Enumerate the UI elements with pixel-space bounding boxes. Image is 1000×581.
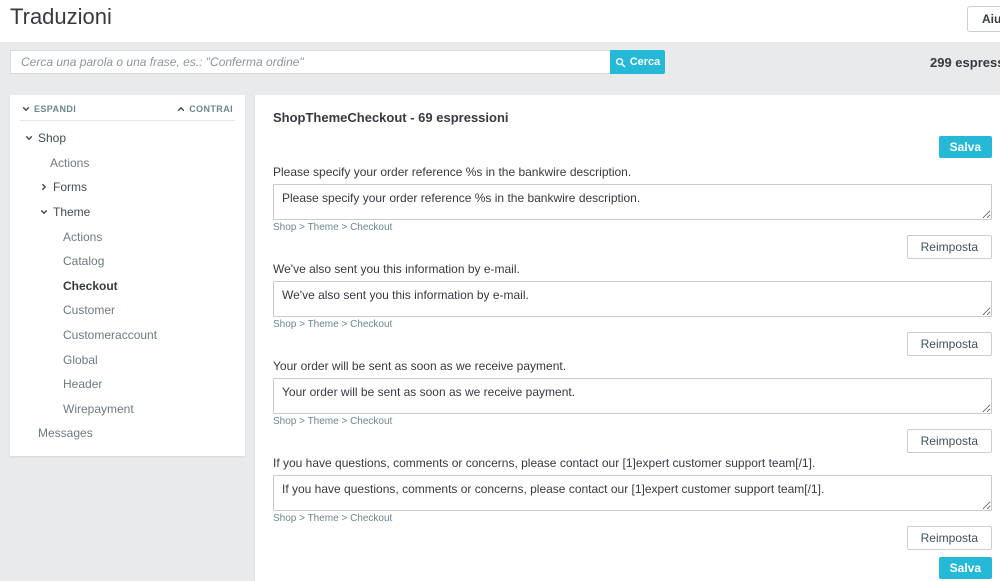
breadcrumb: Shop > Theme > Checkout bbox=[273, 416, 393, 427]
search-input[interactable] bbox=[10, 50, 610, 74]
tree-item-label: Theme bbox=[53, 205, 91, 220]
translation-textarea[interactable]: If you have questions, comments or conce… bbox=[273, 475, 992, 511]
expand-all-label: ESPANDI bbox=[34, 104, 77, 114]
top-save-row: Salva bbox=[273, 136, 992, 158]
translation-entry: We've also sent you this information by … bbox=[273, 262, 992, 356]
tree-item-customeraccount[interactable]: Customeraccount bbox=[10, 323, 245, 348]
tree-controls: ESPANDI CONTRAI bbox=[20, 97, 235, 121]
reset-button[interactable]: Reimposta bbox=[906, 526, 992, 550]
tree-item-label: Wirepayment bbox=[63, 401, 134, 416]
tree-item-customer[interactable]: Customer bbox=[10, 298, 245, 323]
source-string: If you have questions, comments or conce… bbox=[273, 456, 816, 470]
tree-item-header[interactable]: Header bbox=[10, 372, 245, 397]
tree-item-theme-actions[interactable]: Actions bbox=[10, 224, 245, 249]
chevron-down-icon bbox=[40, 208, 48, 216]
tree-item-label: Actions bbox=[50, 155, 90, 170]
collapse-all-button[interactable]: CONTRAI bbox=[177, 104, 233, 114]
chevron-right-icon bbox=[40, 183, 48, 191]
tree-item-label: Forms bbox=[53, 180, 87, 195]
tree-item-label: Checkout bbox=[63, 278, 118, 293]
tree-item-theme[interactable]: Theme bbox=[10, 200, 245, 225]
reset-button[interactable]: Reimposta bbox=[906, 332, 992, 356]
translation-entry: Please specify your order reference %s i… bbox=[273, 165, 992, 259]
chevron-up-icon bbox=[177, 105, 185, 113]
translation-textarea[interactable]: Your order will be sent as soon as we re… bbox=[273, 378, 992, 414]
translations-page: Traduzioni Aiuto Cerca 299 espressioni E… bbox=[0, 0, 1000, 581]
header-bar: Traduzioni Aiuto bbox=[0, 0, 1000, 42]
tree-item-shop[interactable]: Shop bbox=[10, 126, 245, 151]
breadcrumb: Shop > Theme > Checkout bbox=[273, 513, 393, 524]
translation-entry: If you have questions, comments or conce… bbox=[273, 456, 992, 550]
translation-entry: Your order will be sent as soon as we re… bbox=[273, 359, 992, 453]
tree-item-label: Actions bbox=[63, 229, 103, 244]
search-button-label: Cerca bbox=[629, 56, 661, 68]
entry-footer: Reimposta bbox=[273, 429, 992, 453]
expressions-count: 299 espressioni bbox=[930, 55, 1000, 70]
tree-item-checkout[interactable]: Checkout bbox=[10, 274, 245, 299]
source-string: We've also sent you this information by … bbox=[273, 262, 520, 276]
tree-item-forms[interactable]: Forms bbox=[10, 175, 245, 200]
entry-footer: Reimposta bbox=[273, 526, 992, 550]
translation-tree-panel: ESPANDI CONTRAI Shop Actions Forms Theme… bbox=[10, 95, 245, 456]
search-button[interactable]: Cerca bbox=[610, 50, 665, 74]
source-string: Your order will be sent as soon as we re… bbox=[273, 359, 567, 373]
tree-item-label: Catalog bbox=[63, 254, 105, 269]
domain-heading: ShopThemeCheckout - 69 espressioni bbox=[273, 110, 509, 125]
source-string: Please specify your order reference %s i… bbox=[273, 165, 632, 179]
reset-button[interactable]: Reimposta bbox=[906, 235, 992, 259]
tree-item-wirepayment[interactable]: Wirepayment bbox=[10, 397, 245, 422]
tree-item-label: Global bbox=[63, 352, 98, 367]
bottom-save-row: Salva bbox=[273, 557, 992, 579]
tree-item-catalog[interactable]: Catalog bbox=[10, 249, 245, 274]
help-button[interactable]: Aiuto bbox=[967, 6, 1000, 32]
tree-item-label: Customer bbox=[63, 303, 116, 318]
save-button-top[interactable]: Salva bbox=[938, 136, 992, 158]
reset-button[interactable]: Reimposta bbox=[906, 429, 992, 453]
expand-all-button[interactable]: ESPANDI bbox=[22, 104, 76, 114]
entry-footer: Reimposta bbox=[273, 332, 992, 356]
search-icon bbox=[615, 57, 626, 68]
chevron-down-icon bbox=[22, 105, 30, 113]
entry-footer: Reimposta bbox=[273, 235, 992, 259]
tree-item-label: Messages bbox=[38, 426, 93, 441]
breadcrumb: Shop > Theme > Checkout bbox=[273, 222, 393, 233]
content-canvas: Cerca 299 espressioni ESPANDI CONTRAI bbox=[0, 42, 1000, 581]
tree-item-label: Header bbox=[63, 377, 103, 392]
translations-panel: ShopThemeCheckout - 69 espressioni Salva… bbox=[255, 95, 1000, 581]
collapse-all-label: CONTRAI bbox=[189, 104, 233, 114]
page-title: Traduzioni bbox=[10, 4, 112, 29]
tree-item-global[interactable]: Global bbox=[10, 347, 245, 372]
translation-textarea[interactable]: Please specify your order reference %s i… bbox=[273, 184, 992, 220]
chevron-down-icon bbox=[25, 134, 33, 142]
translation-textarea[interactable]: We've also sent you this information by … bbox=[273, 281, 992, 317]
tree-item-actions[interactable]: Actions bbox=[10, 151, 245, 176]
tree-item-label: Shop bbox=[38, 131, 67, 146]
save-button-bottom[interactable]: Salva bbox=[938, 557, 992, 579]
tree-item-label: Customeraccount bbox=[63, 328, 158, 343]
translation-tree: Shop Actions Forms Theme Actions Catalog… bbox=[10, 121, 245, 446]
breadcrumb: Shop > Theme > Checkout bbox=[273, 319, 393, 330]
tree-item-messages[interactable]: Messages bbox=[10, 421, 245, 446]
